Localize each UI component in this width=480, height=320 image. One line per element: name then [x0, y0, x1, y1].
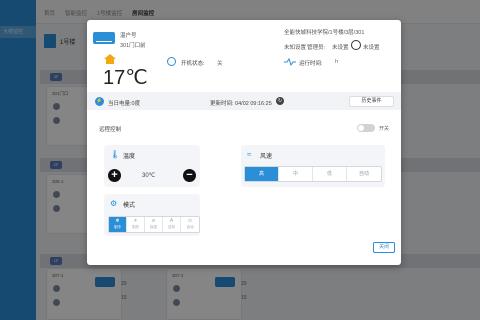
pulse-icon: [284, 58, 296, 66]
fan-mode-icon: A: [169, 218, 174, 224]
admin-value: 未设置: [332, 45, 349, 51]
mode-option-auto[interactable]: ⊙ 自动: [181, 217, 199, 232]
energy-icon: ⚡: [95, 97, 104, 106]
mode-selector: ❄ 制冷 ☀ 制热 ≋ 除湿 A 送风 ⊙ 自动: [108, 216, 200, 233]
fan-speed-panel: ≈ 风速 高 中 低 自动: [241, 145, 385, 187]
fan-option-medium[interactable]: 中: [279, 167, 313, 181]
thermometer-icon: 🌡: [110, 150, 121, 159]
admin-label: 管理员:: [307, 45, 326, 51]
mode-panel: ⚙ 模式 ❄ 制冷 ☀ 制热 ≋ 除湿 A 送风 ⊙ 自动: [104, 194, 200, 236]
mode-icon: ⚙: [110, 199, 118, 208]
runtime-label: 运行时间:: [299, 61, 323, 67]
device-header: 温户号 301门口前 17℃ 开机状态: 关 全能快城科技学院/1号楼/3层/3…: [87, 20, 401, 92]
mode-option-fan[interactable]: A 送风: [163, 217, 181, 232]
toggle-label: 开关: [379, 126, 390, 132]
mode-title: 模式: [123, 203, 136, 209]
temp-increase-button[interactable]: +: [108, 169, 121, 182]
fan-speed-title: 风速: [260, 154, 273, 160]
mode-label: 制热: [132, 225, 139, 229]
room-name: 301门口前: [120, 43, 146, 49]
droplet-icon: ≋: [151, 218, 156, 224]
runtime-value: h: [335, 59, 339, 65]
remote-control-title: 远程控制: [99, 127, 122, 133]
history-button-label: 历史事件: [361, 98, 382, 104]
snowflake-icon: ❄: [115, 218, 120, 224]
temperature-setpoint: 30℃: [142, 173, 156, 179]
temp-decrease-button[interactable]: −: [183, 169, 196, 182]
fan-speed-selector: 高 中 低 自动: [244, 166, 382, 182]
close-button[interactable]: 关闭: [373, 242, 395, 253]
phone-value: 未设置: [363, 45, 380, 51]
fan-option-auto[interactable]: 自动: [347, 167, 381, 181]
air-conditioner-icon: [93, 32, 115, 44]
mode-option-dry[interactable]: ≋ 除湿: [145, 217, 163, 232]
close-button-label: 关闭: [378, 244, 389, 250]
phone-icon: [351, 40, 361, 50]
power-icon: [167, 57, 176, 66]
fan-speed-icon: ≈: [247, 150, 252, 159]
info-bar: ⚡ 当日电量:0度 更新时间: 04/02 09:16:25 ↻ 历史事件: [87, 92, 401, 110]
fan-option-low[interactable]: 低: [313, 167, 347, 181]
mode-label: 制冷: [114, 225, 121, 229]
update-time: 更新时间: 04/02 09:16:25: [210, 101, 272, 107]
refresh-icon[interactable]: ↻: [276, 97, 284, 105]
mode-option-cool[interactable]: ❄ 制冷: [109, 217, 127, 232]
temperature-panel: 🌡 温度 + 30℃ −: [104, 145, 200, 187]
sun-icon: ☀: [133, 218, 138, 224]
power-status-label: 开机状态:: [181, 61, 205, 67]
temperature-title: 温度: [123, 154, 136, 160]
power-toggle[interactable]: [357, 124, 375, 132]
auto-mode-icon: ⊙: [187, 218, 193, 224]
mode-label: 送风: [168, 225, 175, 229]
power-today: 当日电量:0度: [108, 101, 141, 107]
house-icon: [104, 54, 116, 64]
device-type: 温户号: [120, 33, 137, 39]
mode-label: 除湿: [150, 225, 157, 229]
current-temperature: 17℃: [103, 67, 148, 89]
unknown-setting: 未知设置: [284, 45, 307, 51]
device-control-dialog: 温户号 301门口前 17℃ 开机状态: 关 全能快城科技学院/1号楼/3层/3…: [87, 20, 401, 265]
mode-label: 自动: [186, 225, 194, 229]
mode-option-heat[interactable]: ☀ 制热: [127, 217, 145, 232]
location-path: 全能快城科技学院/1号楼/3层/301: [284, 30, 365, 36]
fan-option-high[interactable]: 高: [245, 167, 279, 181]
power-status-value: 关: [217, 61, 223, 67]
history-events-button[interactable]: 历史事件: [349, 96, 394, 107]
